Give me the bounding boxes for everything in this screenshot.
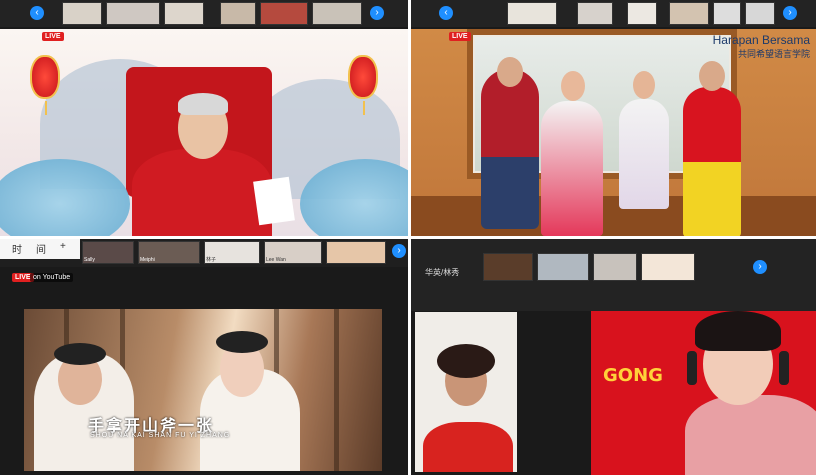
- participant-thumb[interactable]: Meiphi: [138, 241, 200, 264]
- lantern-icon: [348, 55, 378, 115]
- opera-video: [24, 309, 382, 471]
- participant-thumb[interactable]: [507, 2, 557, 25]
- participant-thumb[interactable]: [745, 2, 775, 25]
- participant-thumb[interactable]: [577, 2, 613, 25]
- participant-thumb[interactable]: [593, 253, 637, 281]
- school-sign-cn: 共同希望语言学院: [737, 49, 810, 59]
- participant-thumb[interactable]: 林子: [204, 241, 260, 264]
- gong-banner: GONG: [603, 365, 663, 386]
- thumbnail-strip: ‹ ›: [411, 0, 816, 27]
- lantern-icon: [30, 55, 60, 115]
- school-sign-en: Harapan Bersama: [712, 33, 810, 47]
- participant-thumb[interactable]: [483, 253, 533, 281]
- participant-thumb[interactable]: [106, 2, 160, 25]
- prev-page-icon[interactable]: ‹: [439, 6, 453, 20]
- thumbnail-strip: ‹ ›: [0, 0, 408, 27]
- add-icon[interactable]: +: [60, 241, 66, 252]
- participant-thumb[interactable]: [220, 2, 256, 25]
- participant-thumb[interactable]: [713, 2, 741, 25]
- thumbnail-strip: 华英/林秀 ›: [411, 239, 816, 311]
- next-page-icon[interactable]: ›: [753, 260, 767, 274]
- live-platform-label: on YouTube: [30, 273, 74, 282]
- stage-video: Harapan Bersama 共同希望语言学院 LIVE: [411, 29, 816, 236]
- participant-thumb[interactable]: [669, 2, 709, 25]
- participant-thumb[interactable]: [641, 253, 695, 281]
- next-page-icon[interactable]: ›: [370, 6, 384, 20]
- participant-thumb[interactable]: [62, 2, 102, 25]
- prev-page-icon[interactable]: ‹: [30, 6, 44, 20]
- zoom-window-top-left: ‹ › LIVE: [0, 0, 408, 236]
- thumbnail-strip: 时 间 + Sally Meiphi 林子 Lee Wan ›: [0, 239, 408, 267]
- toolbar-item[interactable]: 间: [36, 241, 46, 256]
- participant-video: [415, 312, 517, 472]
- headphones-icon: [687, 351, 697, 385]
- participant-thumb[interactable]: [260, 2, 308, 25]
- zoom-window-bottom-right: 华英/林秀 › GONG: [411, 239, 816, 475]
- participant-thumb[interactable]: [164, 2, 204, 25]
- participant-video: GONG: [591, 311, 816, 475]
- toolbar-item[interactable]: 时: [12, 241, 22, 256]
- participant-thumb[interactable]: [312, 2, 362, 25]
- participant-thumb[interactable]: [537, 253, 589, 281]
- zoom-window-bottom-left: 时 间 + Sally Meiphi 林子 Lee Wan › LIVE on …: [0, 239, 408, 475]
- participant-thumb[interactable]: [326, 241, 386, 264]
- participant-thumb[interactable]: Sally: [82, 241, 134, 264]
- live-badge: LIVE: [42, 32, 64, 41]
- live-badge: LIVE: [449, 32, 471, 41]
- participant-name: 华英/林秀: [425, 268, 460, 277]
- annotation-toolbar: 时 间 +: [0, 239, 80, 259]
- lyric-pinyin: SHOU NA KAI SHAN FU YI ZHANG: [90, 432, 231, 439]
- speaker-video: LIVE: [0, 29, 408, 236]
- next-page-icon[interactable]: ›: [392, 244, 406, 258]
- participant-thumb[interactable]: [627, 2, 657, 25]
- headphones-icon: [779, 351, 789, 385]
- zoom-window-top-right: ‹ › Harapan Bersama 共同希望语言学院 LIVE: [411, 0, 816, 236]
- next-page-icon[interactable]: ›: [783, 6, 797, 20]
- participant-thumb[interactable]: Lee Wan: [264, 241, 322, 264]
